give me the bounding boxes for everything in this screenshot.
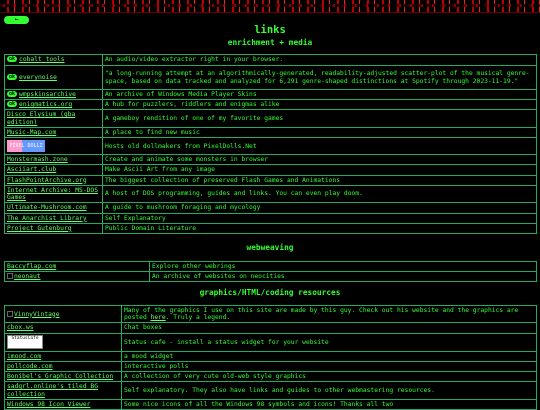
pixel-dollz-banner[interactable]: PIXEL DOLLZ xyxy=(7,140,45,153)
link-description: Create and animate some monsters in brow… xyxy=(102,154,537,166)
table-row: PIXEL DOLLZ Hosts old dollmakers from Pi… xyxy=(4,137,537,156)
link-description: Chat boxes xyxy=(121,322,537,334)
link-description: Status cafe - install a status widget fo… xyxy=(121,332,537,352)
table-row: ok everynoise "a long-running attempt at … xyxy=(4,65,537,90)
table-row: Music-Map.com A place to find new music xyxy=(4,126,537,139)
table-row: Windows 98 Icon Viewer Some nice icons o… xyxy=(4,398,537,410)
table-row: Bonibel's Graphic Collection A collectio… xyxy=(4,371,537,383)
section-heading-graphics: graphics/HTML/coding resources xyxy=(199,288,341,297)
table-row: Disco Elysium (gba edition) A gameboy re… xyxy=(4,109,537,128)
link-vinnyvintage[interactable]: VinnyVintage xyxy=(14,311,60,318)
link-wmpskinsarchive[interactable]: wmpskinsarchive xyxy=(19,91,76,98)
link-description: A collection of very cute old-web style … xyxy=(121,371,537,383)
table-row: neonaut An archive of websites on neocit… xyxy=(4,271,537,283)
link-win98-icons[interactable]: Windows 98 Icon Viewer xyxy=(7,401,90,408)
table-row: Ultimate-Mushroom.com A guide to mushroo… xyxy=(4,202,537,214)
table-row: cbox.ws Chat boxes xyxy=(4,322,537,334)
back-button[interactable]: ← xyxy=(4,16,29,24)
link-flashpoint[interactable]: FlashPointArchive.org xyxy=(7,177,87,184)
link-sadgrl[interactable]: sadgrl.online's tiled BG collection xyxy=(7,383,98,397)
table-row: Project Gutenburg Public Domain Literatu… xyxy=(4,222,537,235)
broken-image-icon xyxy=(7,273,13,280)
table-row: Monstermash.zone Create and animate some… xyxy=(4,154,537,166)
link-description: An archive of Windows Media Player Skins xyxy=(102,88,537,101)
link-disco-elysium[interactable]: Disco Elysium (gba edition) xyxy=(7,111,75,125)
link-here[interactable]: here xyxy=(151,314,166,321)
table-row: ok wmpskinsarchive An archive of Windows … xyxy=(4,88,537,101)
section-heading-enrichment: enrichment + media xyxy=(227,38,313,47)
link-description: Self explanatory. They also have links a… xyxy=(121,381,537,400)
link-cbox[interactable]: cbox.ws xyxy=(7,324,34,331)
table-row: Asciiart.club Make Ascii Art from any im… xyxy=(4,164,537,176)
link-description: The biggest collection of preserved Flas… xyxy=(102,174,537,186)
link-description: interactive polls xyxy=(121,360,537,373)
link-description: Some nice icons of all the Windows 98 sy… xyxy=(121,398,537,410)
webweaving-links-table: Baccyflap.com Explore other webrings neo… xyxy=(4,260,537,283)
page-title: links xyxy=(254,24,286,36)
link-description: A guide to mushroom foraging and mycolog… xyxy=(102,202,537,214)
enrichment-links-table: ok cobalt tools An audio/video extractor … xyxy=(4,54,537,235)
link-description: A host of DOS programming, guides and li… xyxy=(102,184,537,204)
table-row: pollcode.com interactive polls xyxy=(4,360,537,373)
table-row: VinnyVintage Many of the graphics I use … xyxy=(4,304,537,324)
table-row: FlashPointArchive.org The biggest collec… xyxy=(4,174,537,186)
link-description: A place to find new music xyxy=(102,126,537,139)
ok-badge-icon: ok xyxy=(7,91,18,97)
back-arrow-icon: ← xyxy=(14,16,19,23)
link-ultimate-mushroom[interactable]: Ultimate-Mushroom.com xyxy=(7,204,87,211)
table-row: The Anarchist Library Self Explanatory xyxy=(4,212,537,224)
link-baccyflap[interactable]: Baccyflap.com xyxy=(7,263,56,270)
table-row: imood.com a mood widget xyxy=(4,350,537,362)
link-description: Many of the graphics I use on this site … xyxy=(121,304,537,324)
link-asciiart[interactable]: Asciiart.club xyxy=(7,166,56,173)
link-description: Hosts old dollmakers from PixelDolls.Net xyxy=(102,137,537,156)
broken-image-icon xyxy=(7,310,13,317)
link-description: Explore other webrings xyxy=(149,260,537,273)
link-description: Public Domain Literature xyxy=(102,222,537,235)
link-anarchist-library[interactable]: The Anarchist Library xyxy=(7,215,87,222)
link-project-gutenburg[interactable]: Project Gutenburg xyxy=(7,225,71,232)
link-imood[interactable]: imood.com xyxy=(7,353,41,360)
link-description: "a long-running attempt at an algorithmi… xyxy=(102,65,537,90)
link-description: An archive of websites on neocities xyxy=(149,271,537,283)
link-description: a mood widget xyxy=(121,350,537,362)
table-row: sadgrl.online's tiled BG collection Self… xyxy=(4,381,537,400)
link-description: An audio/video extractor right in your b… xyxy=(102,54,537,66)
table-row: Internet Archive: MS-DOS Games A host of… xyxy=(4,184,537,204)
link-music-map[interactable]: Music-Map.com xyxy=(7,129,56,136)
link-monstermash[interactable]: Monstermash.zone xyxy=(7,156,68,163)
graphics-links-table: VinnyVintage Many of the graphics I use … xyxy=(4,304,537,410)
link-description: Self Explanatory xyxy=(102,212,537,224)
table-row: ok enigmatics.org A hub for puzzlers, rid… xyxy=(4,99,537,111)
link-cobalt-tools[interactable]: cobalt tools xyxy=(19,56,65,63)
link-description: A gameboy rendition of one of my favorit… xyxy=(102,109,537,128)
ok-badge-icon: ok xyxy=(7,73,18,80)
table-row: Baccyflap.com Explore other webrings xyxy=(4,260,537,273)
ok-badge-icon: ok xyxy=(7,101,18,108)
table-row: ok cobalt tools An audio/video extractor … xyxy=(4,54,537,66)
ok-badge-icon: ok xyxy=(7,56,18,63)
link-description: Make Ascii Art from any image xyxy=(102,164,537,176)
link-pollcode[interactable]: pollcode.com xyxy=(7,363,53,370)
link-internet-archive-dos[interactable]: Internet Archive: MS-DOS Games xyxy=(7,187,98,201)
link-bonibel[interactable]: Bonibel's Graphic Collection xyxy=(7,373,113,380)
link-enigmatics[interactable]: enigmatics.org xyxy=(19,101,72,108)
section-heading-webweaving: webweaving xyxy=(246,243,294,252)
decorative-header-border xyxy=(0,0,540,13)
status-cafe-banner[interactable]: StatusCafe xyxy=(7,335,43,350)
link-everynoise[interactable]: everynoise xyxy=(19,74,57,81)
table-row: StatusCafe Status cafe - install a statu… xyxy=(4,332,537,352)
link-description: A hub for puzzlers, riddlers and enigmas… xyxy=(102,99,537,111)
link-neonaut[interactable]: neonaut xyxy=(14,273,41,280)
